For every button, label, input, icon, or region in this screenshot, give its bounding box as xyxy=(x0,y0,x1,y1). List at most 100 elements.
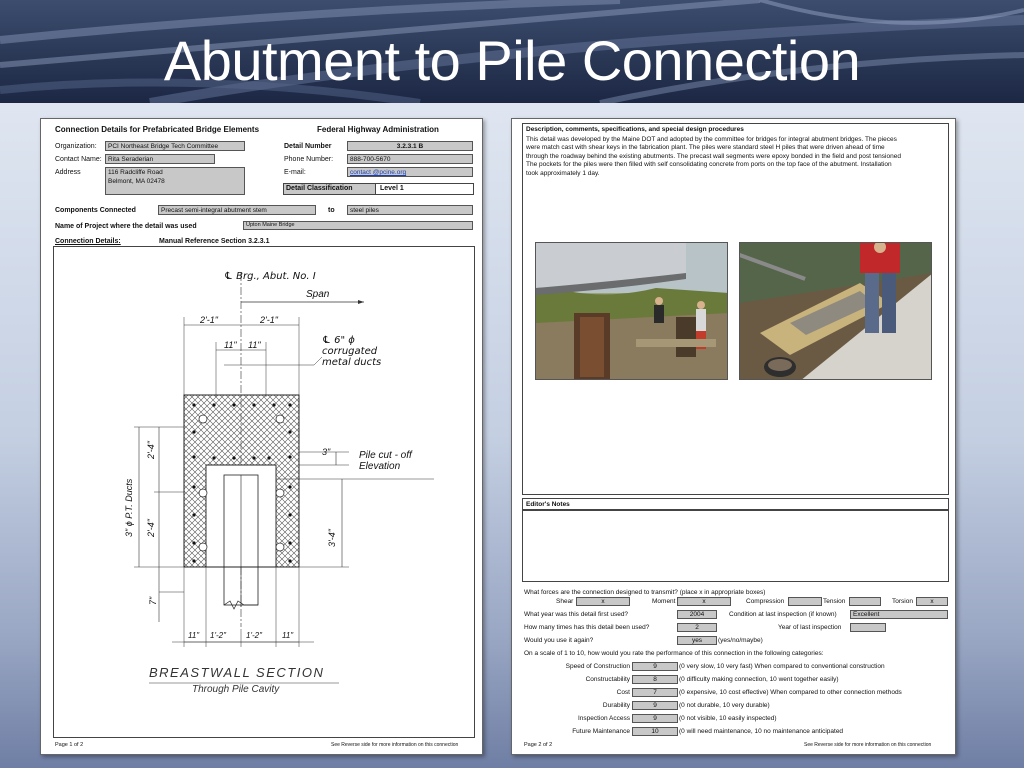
description-line: through the roadway behind the existing … xyxy=(526,152,901,160)
phone-field[interactable]: 888-700-5670 xyxy=(347,154,473,164)
reuse-hint: (yes/no/maybe) xyxy=(718,637,763,644)
condition-field[interactable]: Excellent xyxy=(850,610,948,619)
email-label: E-mail: xyxy=(284,169,306,176)
scale-question: On a scale of 1 to 10, how would you rat… xyxy=(524,650,824,657)
slide-header: Abutment to Pile Connection xyxy=(0,0,1024,103)
moment-field[interactable]: x xyxy=(677,597,731,606)
slide-title: Abutment to Pile Connection xyxy=(163,29,861,92)
page-1-footer-left: Page 1 of 2 xyxy=(55,742,84,748)
last-inspection-field[interactable] xyxy=(850,623,886,632)
year-field[interactable]: 2004 xyxy=(677,610,717,619)
condition-label: Condition at last inspection (if known) xyxy=(729,611,837,618)
editors-notes-header: Editor's Notes xyxy=(522,498,949,510)
duct-callout: ℄ 6" ϕ corrugated metal ducts xyxy=(322,335,381,368)
pt-ducts-label: 3" ϕ P.T. Ducts xyxy=(124,478,134,537)
rating-label: Future Maintenance xyxy=(572,728,630,735)
classification-value[interactable]: Level 1 xyxy=(380,184,404,194)
page-2-footer-left: Page 2 of 2 xyxy=(524,742,553,748)
page-1-footer-right: See Reverse side for more information on… xyxy=(331,742,459,748)
torsion-label: Torsion xyxy=(892,598,913,605)
address-field[interactable]: 116 Radcliffe Road Belmont, MA 02478 xyxy=(105,167,245,195)
dim-11-left: 11" xyxy=(224,340,237,350)
compression-field[interactable] xyxy=(788,597,822,606)
rating-label: Speed of Construction xyxy=(565,663,630,670)
duct-callout-line-2: corrugated xyxy=(322,346,378,357)
contact-field[interactable]: Rita Seraderian xyxy=(105,154,215,164)
editors-notes-field[interactable] xyxy=(522,510,949,582)
page-2-footer-right: See Reverse side for more information on… xyxy=(804,742,932,748)
pile-cutoff-line-2: Elevation xyxy=(359,461,401,472)
reuse-field[interactable]: yes xyxy=(677,636,717,645)
rating-field[interactable]: 8 xyxy=(632,675,678,684)
tension-label: Tension xyxy=(823,598,846,605)
torsion-field[interactable]: x xyxy=(916,597,948,606)
description-text: This detail was developed by the Maine D… xyxy=(526,136,946,178)
rating-field[interactable]: 7 xyxy=(632,688,678,697)
compression-label: Compression xyxy=(746,598,785,605)
org-field[interactable]: PCI Northeast Bridge Tech Committee xyxy=(105,141,245,151)
shear-field[interactable]: x xyxy=(576,597,630,606)
detail-number-label: Detail Number xyxy=(284,143,332,150)
rating-field[interactable]: 9 xyxy=(632,714,678,723)
classification-box: Detail Classification Level 1 xyxy=(283,183,474,195)
dim-7in: 7" xyxy=(148,596,158,605)
rating-field[interactable]: 10 xyxy=(632,727,678,736)
dim-bottom-11-left: 11" xyxy=(188,631,200,640)
rating-hint: (0 will need maintenance, 10 no maintena… xyxy=(679,728,844,735)
editors-notes-heading: Editor's Notes xyxy=(526,501,570,508)
rating-hint: (0 not visible, 10 easily inspected) xyxy=(679,715,777,722)
page-1-sheet: Connection Details for Prefabricated Bri… xyxy=(40,118,483,755)
contact-label: Contact Name: xyxy=(55,156,102,163)
drawing-frame: ℄ Brg., Abut. No. I Span 2'-1" 2'-1" 11"… xyxy=(53,246,475,738)
dim-bottom-1-2-left: 1'-2" xyxy=(210,631,226,640)
shear-label: Shear xyxy=(556,598,574,605)
org-label: Organization: xyxy=(55,143,97,150)
manual-reference: Manual Reference Section 3.2.3.1 xyxy=(159,238,270,245)
address-label: Address xyxy=(55,169,81,176)
connection-details-label: Connection Details: xyxy=(55,238,121,245)
rating-hint: (0 not durable, 10 very durable) xyxy=(679,702,770,709)
form-heading: Connection Details for Prefabricated Bri… xyxy=(55,125,260,134)
pile-cutoff-callout: Pile cut - off Elevation xyxy=(359,450,412,472)
forces-question: What forces are the connection designed … xyxy=(524,589,766,596)
installation-photo-2 xyxy=(739,242,932,380)
centerline-label: ℄ Brg., Abut. No. I xyxy=(224,271,316,282)
last-inspection-label: Year of last inspection xyxy=(778,624,842,631)
dim-2-1-right: 2'-1" xyxy=(260,315,278,325)
rating-label: Constructability xyxy=(585,676,630,683)
rating-hint: (0 very slow, 10 very fast) When compare… xyxy=(679,663,885,670)
rating-field[interactable]: 9 xyxy=(632,701,678,710)
dim-2-4-upper: 2'-4" xyxy=(146,441,156,459)
dim-11-right: 11" xyxy=(248,340,261,350)
times-used-question: How many times has this detail been used… xyxy=(524,624,650,631)
description-line: took approximately 1 day. xyxy=(526,169,600,177)
description-line: This detail was developed by the Maine D… xyxy=(526,136,897,143)
component-a-field[interactable]: Precast semi-integral abutment stem xyxy=(158,205,316,215)
description-heading: Description, comments, specifications, a… xyxy=(526,126,744,133)
phone-label: Phone Number: xyxy=(284,156,334,163)
moment-label: Moment xyxy=(652,598,676,605)
span-label: Span xyxy=(306,289,330,300)
installation-photo-2-image xyxy=(740,243,931,379)
dim-bottom-11-right: 11" xyxy=(282,631,294,640)
address-line-2: Belmont, MA 02478 xyxy=(108,178,165,185)
project-field[interactable]: Upton Maine Bridge xyxy=(243,221,473,230)
rating-label: Inspection Access xyxy=(577,715,630,722)
duct-callout-line-3: metal ducts xyxy=(322,357,382,368)
rating-hint: (0 difficulty making connection, 10 went… xyxy=(679,676,839,683)
tension-field[interactable] xyxy=(849,597,881,606)
component-b-field[interactable]: steel piles xyxy=(347,205,473,215)
project-label: Name of Project where the detail was use… xyxy=(55,223,197,230)
rating-label: Durability xyxy=(602,702,630,709)
agency-name: Federal Highway Administration xyxy=(317,125,439,134)
detail-number-field[interactable]: 3.2.3.1 B xyxy=(347,141,473,151)
duct-callout-line-1: ℄ 6" ϕ xyxy=(322,335,355,346)
components-label: Components Connected xyxy=(55,207,136,214)
rating-hint: (0 expensive, 10 cost effective) When co… xyxy=(679,689,902,696)
rating-field[interactable]: 9 xyxy=(632,662,678,671)
dim-2-4-lower: 2'-4" xyxy=(146,519,156,537)
installation-photo-1-image xyxy=(536,243,727,379)
times-used-field[interactable]: 2 xyxy=(677,623,717,632)
email-field[interactable]: contact @pcine.org xyxy=(347,167,473,177)
dim-bottom-1-2-right: 1'-2" xyxy=(246,631,262,640)
